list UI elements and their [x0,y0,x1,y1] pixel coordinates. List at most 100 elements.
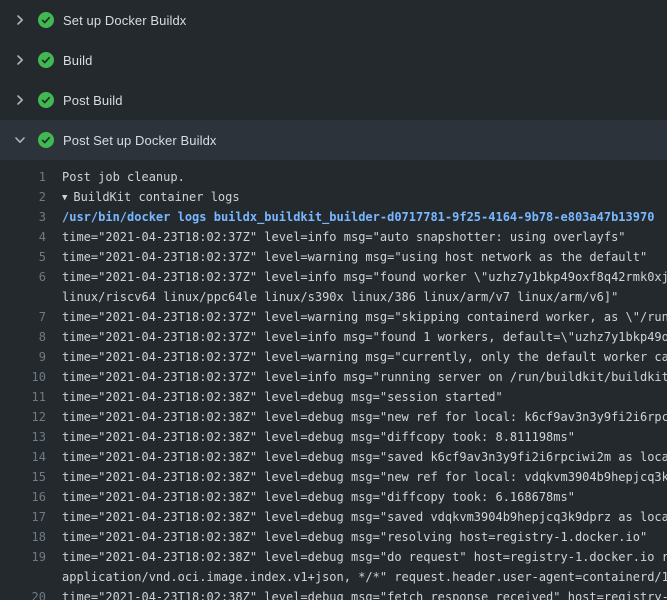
log-text: time="2021-04-23T18:02:38Z" level=debug … [46,487,575,507]
log-text-content: time="2021-04-23T18:02:38Z" level=debug … [62,470,667,484]
log-text: time="2021-04-23T18:02:38Z" level=debug … [46,427,575,447]
line-number[interactable]: 13 [0,427,46,447]
log-text-content: application/vnd.oci.image.index.v1+json,… [62,570,667,584]
line-number[interactable]: 19 [0,547,46,567]
log-line: 14 time="2021-04-23T18:02:38Z" level=debu… [0,447,667,467]
log-line: 20 time="2021-04-23T18:02:38Z" level=debu… [0,587,667,600]
chevron-right-icon[interactable] [12,52,28,68]
log-text: time="2021-04-23T18:02:37Z" level=info m… [46,227,626,247]
log-line: 13 time="2021-04-23T18:02:38Z" level=debu… [0,427,667,447]
log-text: ▼ BuildKit container logs [46,187,240,207]
log-text-content: time="2021-04-23T18:02:38Z" level=debug … [62,510,667,524]
line-number[interactable]: 1 [0,167,46,187]
chevron-right-icon[interactable] [12,92,28,108]
log-text-content: time="2021-04-23T18:02:38Z" level=debug … [62,450,667,464]
log-lines: 1 Post job cleanup. 2 ▼ BuildKit container l… [0,160,667,600]
line-number[interactable]: 10 [0,367,46,387]
log-text: time="2021-04-23T18:02:37Z" level=warnin… [46,247,647,267]
log-line: application/vnd.oci.image.index.v1+json,… [0,567,667,587]
log-line: 11 time="2021-04-23T18:02:38Z" level=debu… [0,387,667,407]
section-label: Post Set up Docker Buildx [63,133,217,148]
log-line: 4 time="2021-04-23T18:02:37Z" level=info … [0,227,667,247]
log-text: time="2021-04-23T18:02:38Z" level=debug … [46,507,667,527]
line-number[interactable]: 18 [0,527,46,547]
line-number[interactable]: 7 [0,307,46,327]
log-text-content: time="2021-04-23T18:02:37Z" level=warnin… [62,350,667,364]
log-text-content: time="2021-04-23T18:02:37Z" level=info m… [62,330,667,344]
log-line: 15 time="2021-04-23T18:02:38Z" level=debu… [0,467,667,487]
success-check-icon [38,92,54,108]
section-label: Post Build [63,93,123,108]
section-label: Set up Docker Buildx [63,13,186,28]
log-text-content: Post job cleanup. [62,170,185,184]
line-number[interactable]: 9 [0,347,46,367]
success-check-icon [38,132,54,148]
job-step-sections: Set up Docker Buildx Build Post Build Post … [0,0,667,160]
line-number[interactable]: 20 [0,587,46,600]
success-check-icon [38,52,54,68]
log-line: 7 time="2021-04-23T18:02:37Z" level=warni… [0,307,667,327]
log-text-content: time="2021-04-23T18:02:38Z" level=debug … [62,550,667,564]
log-line: 18 time="2021-04-23T18:02:38Z" level=debu… [0,527,667,547]
log-text-content: linux/riscv64 linux/ppc64le linux/s390x … [62,290,618,304]
line-number[interactable]: 4 [0,227,46,247]
log-line: linux/riscv64 linux/ppc64le linux/s390x … [0,287,667,307]
log-text: application/vnd.oci.image.index.v1+json,… [46,567,667,587]
log-text-content: time="2021-04-23T18:02:38Z" level=debug … [62,490,575,504]
log-line: 3/usr/bin/docker logs buildx_buildkit_bu… [0,207,667,227]
line-number[interactable]: 14 [0,447,46,467]
line-number[interactable]: 15 [0,467,46,487]
log-text-content: time="2021-04-23T18:02:38Z" level=debug … [62,590,667,600]
chevron-down-icon[interactable] [12,132,28,148]
line-number[interactable]: 17 [0,507,46,527]
log-text: linux/riscv64 linux/ppc64le linux/s390x … [46,287,618,307]
log-text-content: time="2021-04-23T18:02:38Z" level=debug … [62,390,503,404]
line-number[interactable]: 8 [0,327,46,347]
log-line: 9 time="2021-04-23T18:02:37Z" level=warni… [0,347,667,367]
log-line: 1 Post job cleanup. [0,167,667,187]
log-text-content: time="2021-04-23T18:02:37Z" level=info m… [62,370,667,384]
log-text: time="2021-04-23T18:02:38Z" level=debug … [46,587,667,600]
log-text-content: time="2021-04-23T18:02:38Z" level=debug … [62,530,647,544]
log-text: time="2021-04-23T18:02:38Z" level=debug … [46,467,667,487]
log-text: time="2021-04-23T18:02:38Z" level=debug … [46,387,503,407]
log-line: 8 time="2021-04-23T18:02:37Z" level=info … [0,327,667,347]
log-text-content: time="2021-04-23T18:02:38Z" level=debug … [62,430,575,444]
log-text: Post job cleanup. [46,167,185,187]
log-section-header[interactable]: Set up Docker Buildx [0,0,667,40]
log-line: 12 time="2021-04-23T18:02:38Z" level=debu… [0,407,667,427]
group-expanded-triangle-icon[interactable]: ▼ [62,188,67,207]
line-number [0,287,46,307]
log-section-header[interactable]: Post Build [0,80,667,120]
log-text: time="2021-04-23T18:02:38Z" level=debug … [46,527,647,547]
log-section-header[interactable]: Post Set up Docker Buildx [0,120,667,160]
log-text: time="2021-04-23T18:02:37Z" level=warnin… [46,307,667,327]
log-text: time="2021-04-23T18:02:38Z" level=debug … [46,447,667,467]
chevron-right-icon[interactable] [12,12,28,28]
log-line: 19 time="2021-04-23T18:02:38Z" level=debu… [0,547,667,567]
line-number[interactable]: 11 [0,387,46,407]
log-section-header[interactable]: Build [0,40,667,80]
line-number[interactable]: 3 [0,207,46,227]
log-text-content: time="2021-04-23T18:02:37Z" level=info m… [62,230,626,244]
log-line[interactable]: 2 ▼ BuildKit container logs [0,187,667,207]
line-number[interactable]: 12 [0,407,46,427]
log-text: time="2021-04-23T18:02:37Z" level=warnin… [46,347,667,367]
log-text-content: /usr/bin/docker logs buildx_buildkit_bui… [62,210,654,224]
line-number[interactable]: 16 [0,487,46,507]
log-text-content: BuildKit container logs [73,190,239,204]
log-line: 6time="2021-04-23T18:02:37Z" level=info … [0,267,667,287]
line-number[interactable]: 6 [0,267,46,287]
log-command-text: /usr/bin/docker logs buildx_buildkit_bui… [46,207,654,227]
log-text-content: time="2021-04-23T18:02:37Z" level=warnin… [62,250,647,264]
log-text-content: time="2021-04-23T18:02:38Z" level=debug … [62,410,667,424]
success-check-icon [38,12,54,28]
log-line: 16 time="2021-04-23T18:02:38Z" level=debu… [0,487,667,507]
line-number[interactable]: 2 [0,187,46,207]
line-number [0,567,46,587]
log-text-content: time="2021-04-23T18:02:37Z" level=warnin… [62,310,667,324]
log-line: 10 time="2021-04-23T18:02:37Z" level=info… [0,367,667,387]
log-text: time="2021-04-23T18:02:37Z" level=info m… [46,367,667,387]
log-line: 5 time="2021-04-23T18:02:37Z" level=warni… [0,247,667,267]
line-number[interactable]: 5 [0,247,46,267]
